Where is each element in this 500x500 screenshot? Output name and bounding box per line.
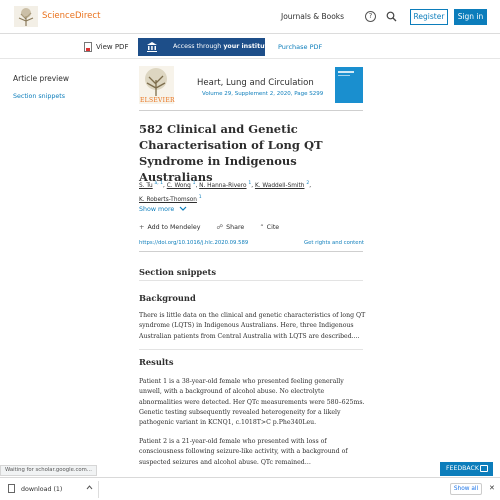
purchase-pdf-link[interactable]: Purchase PDF bbox=[278, 43, 322, 51]
rights-link[interactable]: Get rights and content bbox=[304, 240, 364, 246]
author-link[interactable]: C. Wong bbox=[167, 183, 191, 189]
access-institution-label: your institution bbox=[223, 43, 279, 50]
divider bbox=[98, 481, 99, 498]
access-prefix: Access through bbox=[173, 43, 224, 50]
volume-info[interactable]: Volume 29, Supplement 2, 2020, Page S299 bbox=[202, 91, 323, 97]
results-paragraph: Patient 1 is a 38-year-old female who pr… bbox=[139, 378, 365, 427]
add-mendeley-label: Add to Mendeley bbox=[147, 224, 201, 231]
download-item[interactable]: download (1) bbox=[21, 486, 62, 493]
share-button[interactable]: ☍ Share bbox=[216, 223, 252, 231]
author-affiliation[interactable]: a, 1 bbox=[155, 181, 163, 186]
journal-title[interactable]: Heart, Lung and Circulation bbox=[197, 78, 314, 88]
chevron-down-icon bbox=[179, 206, 187, 211]
author-affiliation[interactable]: 1 bbox=[199, 195, 202, 200]
author-link[interactable]: K. Roberts-Thomson bbox=[139, 197, 197, 203]
author-link[interactable]: S. Tu bbox=[139, 183, 153, 189]
add-mendeley-button[interactable]: + Add to Mendeley bbox=[139, 223, 208, 231]
background-paragraph: There is little data on the clinical and… bbox=[139, 312, 366, 340]
chat-icon bbox=[480, 465, 488, 472]
view-pdf-button[interactable]: View PDF bbox=[96, 43, 128, 51]
section-snippets-heading: Section snippets bbox=[139, 267, 217, 277]
article-toolbar: View PDF Access through your institution… bbox=[0, 35, 500, 59]
article-title: 582 Clinical and Genetic Characterisatio… bbox=[139, 122, 323, 184]
cite-label: Cite bbox=[266, 224, 280, 231]
download-bar: download (1) Show all ✕ bbox=[0, 477, 500, 500]
share-icon: ☍ bbox=[216, 223, 224, 231]
author-list: S. Tu a, 1, C. Wong 1, N. Hanna-Rivero 1… bbox=[139, 178, 369, 206]
show-all-button[interactable]: Show all bbox=[450, 483, 482, 495]
divider bbox=[139, 349, 363, 350]
journals-books-link[interactable]: Journals & Books bbox=[281, 12, 344, 21]
divider bbox=[139, 280, 363, 281]
search-icon[interactable] bbox=[386, 11, 397, 22]
quote-icon: ” bbox=[260, 223, 264, 231]
institution-icon bbox=[147, 42, 157, 52]
feedback-button[interactable]: FEEDBACK bbox=[440, 462, 493, 476]
doi-link[interactable]: https://doi.org/10.1016/j.hlc.2020.09.58… bbox=[139, 240, 248, 246]
sign-in-button[interactable]: Sign in bbox=[454, 9, 487, 25]
divider bbox=[139, 110, 363, 111]
divider bbox=[139, 251, 363, 252]
author-link[interactable]: N. Hanna-Rivero bbox=[199, 183, 246, 189]
journal-cover[interactable] bbox=[335, 67, 363, 103]
access-institution-button[interactable]: Access through your institution bbox=[138, 38, 279, 56]
site-header: ScienceDirect Journals & Books ? Registe… bbox=[0, 0, 500, 34]
cite-button[interactable]: ” Cite bbox=[260, 223, 286, 231]
author-separator: , bbox=[309, 182, 312, 189]
plus-icon: + bbox=[139, 223, 145, 231]
sidebar-title: Article preview bbox=[13, 74, 70, 83]
results-paragraph: Patient 2 is a 21-year-old female who pr… bbox=[139, 438, 348, 466]
browser-status-text: Waiting for scholar.google.com... bbox=[0, 465, 97, 476]
show-more-button[interactable]: Show more bbox=[139, 206, 187, 213]
author-link[interactable]: K. Waddell-Smith bbox=[255, 183, 305, 189]
sidebar-item-section-snippets[interactable]: Section snippets bbox=[13, 93, 65, 100]
help-icon[interactable]: ? bbox=[365, 11, 376, 22]
share-label: Share bbox=[226, 224, 245, 231]
register-button[interactable]: Register bbox=[410, 9, 448, 25]
brand-name[interactable]: ScienceDirect bbox=[42, 11, 100, 21]
elsevier-tree-logo[interactable] bbox=[14, 6, 38, 27]
feedback-label: FEEDBACK bbox=[446, 465, 479, 472]
publisher-name: ELSEVIER bbox=[140, 97, 175, 104]
show-more-label: Show more bbox=[139, 206, 175, 213]
article-actions: + Add to Mendeley ☍ Share ” Cite bbox=[139, 223, 293, 231]
close-icon[interactable]: ✕ bbox=[489, 484, 495, 492]
file-icon bbox=[8, 484, 15, 493]
pdf-icon bbox=[84, 42, 92, 52]
chevron-up-icon[interactable] bbox=[86, 485, 93, 490]
results-heading: Results bbox=[139, 357, 174, 367]
background-heading: Background bbox=[139, 293, 196, 303]
